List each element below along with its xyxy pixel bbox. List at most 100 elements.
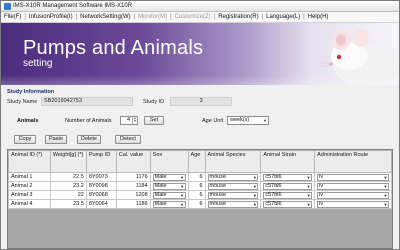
menu-language[interactable]: Language(L) (263, 14, 303, 20)
strain-cell[interactable]: c57bl6 ▼ (260, 172, 316, 182)
chevron-down-icon: ▼ (306, 192, 311, 198)
species-select[interactable]: mouse ▼ (207, 173, 259, 181)
pump-id-cell[interactable]: 8Y0073 (85, 172, 117, 182)
weight-cell[interactable]: 22.5 (49, 172, 87, 182)
species-cell[interactable]: mouse ▼ (204, 172, 262, 182)
study-info-row: Study Name SB2019042753 Study ID 3 (7, 96, 235, 107)
set-button[interactable]: Set (144, 116, 164, 125)
column-header[interactable]: Animal ID (*) (8, 150, 51, 173)
strain-select[interactable]: c57bl6 ▼ (263, 200, 313, 208)
sex-select[interactable]: Male ▼ (152, 191, 186, 199)
chevron-down-icon: ▼ (180, 192, 185, 198)
animal-id-cell[interactable]: Animal 3 (8, 190, 51, 200)
route-select[interactable]: iv ▼ (317, 173, 389, 181)
route-cell[interactable]: iv ▼ (314, 172, 392, 182)
species-cell[interactable]: mouse ▼ (204, 190, 262, 200)
chevron-down-icon: ▼ (306, 174, 311, 180)
column-header[interactable]: Administration Route (314, 150, 392, 173)
strain-select[interactable]: c57bl6 ▼ (263, 182, 313, 190)
weight-cell[interactable]: 22 (49, 190, 87, 200)
sex-cell[interactable]: Male ▼ (149, 199, 189, 209)
menu-help[interactable]: Help(H) (305, 14, 332, 20)
cal-value-cell[interactable]: 1176 (115, 172, 151, 182)
species-select[interactable]: mouse ▼ (207, 200, 259, 208)
age-cell[interactable]: 6 (187, 172, 206, 182)
animal-id-cell[interactable]: Animal 4 (8, 199, 51, 209)
column-header[interactable]: Pump ID (85, 150, 117, 173)
detect-button[interactable]: Detect (115, 135, 141, 144)
copy-button[interactable]: Copy (14, 135, 36, 144)
sex-select[interactable]: Male ▼ (152, 173, 186, 181)
chevron-down-icon: ▼ (252, 183, 257, 189)
strain-select[interactable]: c57bl6 ▼ (263, 173, 313, 181)
species-select[interactable]: mouse ▼ (207, 182, 259, 190)
menu-registration[interactable]: Registration(R) (215, 14, 261, 20)
weight-cell[interactable]: 23.5 (49, 199, 87, 209)
cal-value-cell[interactable]: 1184 (115, 181, 151, 191)
column-header[interactable]: Weight[g] (*) (49, 150, 87, 173)
strain-cell[interactable]: c57bl6 ▼ (260, 190, 316, 200)
species-select[interactable]: mouse ▼ (207, 191, 259, 199)
sex-cell[interactable]: Male ▼ (149, 172, 189, 182)
sex-select[interactable]: Male ▼ (152, 182, 186, 190)
strain-cell[interactable]: c57bl6 ▼ (260, 199, 316, 209)
chevron-down-icon: ▼ (383, 192, 388, 198)
paste-button[interactable]: Paste (45, 135, 67, 144)
species-cell[interactable]: mouse ▼ (204, 181, 262, 191)
study-id-field: 3 (170, 97, 233, 106)
chevron-down-icon: ▼ (180, 174, 185, 180)
sex-select[interactable]: Male ▼ (152, 200, 186, 208)
cal-value-cell[interactable]: 1186 (115, 199, 151, 209)
window-title: IMS-X10R Management Software IMS-X10R (13, 3, 133, 9)
sex-cell[interactable]: Male ▼ (149, 190, 189, 200)
route-select[interactable]: iv ▼ (317, 182, 389, 190)
menu-bar: File(F) | InfusionProfile(I) | NetworkSe… (1, 12, 399, 23)
route-cell[interactable]: iv ▼ (314, 181, 392, 191)
pump-id-cell[interactable]: 8Y0064 (85, 199, 117, 209)
number-of-animals-label: Number of Animals (65, 118, 112, 124)
species-cell[interactable]: mouse ▼ (204, 199, 262, 209)
column-header[interactable]: Animal Species (204, 150, 262, 173)
age-cell[interactable]: 6 (187, 199, 206, 209)
animals-label: Animals (17, 118, 39, 124)
route-cell[interactable]: iv ▼ (314, 199, 392, 209)
strain-select[interactable]: c57bl6 ▼ (263, 191, 313, 199)
animal-id-cell[interactable]: Animal 2 (8, 181, 51, 191)
column-header[interactable]: Age (187, 150, 206, 173)
delete-button[interactable]: Delete (77, 135, 101, 144)
strain-cell[interactable]: c57bl6 ▼ (260, 181, 316, 191)
column-header[interactable]: Cal. value (115, 150, 151, 173)
column-header[interactable]: Sex (149, 150, 189, 173)
route-cell[interactable]: iv ▼ (314, 190, 392, 200)
menu-file[interactable]: File(F) (1, 14, 24, 20)
stepper-down-icon[interactable]: ▼ (133, 120, 137, 123)
menu-customize: Customize(Z) (174, 14, 211, 20)
pump-id-cell[interactable]: 8Y0098 (85, 181, 117, 191)
app-icon (4, 2, 11, 10)
sex-cell[interactable]: Male ▼ (149, 181, 189, 191)
grid-header-row: Animal ID (*) Weight[g] (*) Pump ID Cal.… (8, 150, 392, 173)
cal-value-cell[interactable]: 1208 (115, 190, 151, 200)
menu-network-setting[interactable]: NetworkSetting(W) (77, 14, 133, 20)
route-select[interactable]: iv ▼ (317, 191, 389, 199)
weight-cell[interactable]: 23.2 (49, 181, 87, 191)
age-unit-select[interactable]: week(s) ▼ (227, 116, 269, 125)
table-row[interactable]: Animal 1 22.5 8Y0073 1176 Male ▼ 6 mouse ▼… (8, 172, 392, 182)
table-row[interactable]: Animal 3 22 8Y0068 1208 Male ▼ 6 mouse ▼ c… (8, 190, 392, 200)
chevron-down-icon: ▼ (252, 174, 257, 180)
mouse-illustration (320, 29, 399, 84)
chevron-down-icon: ▼ (263, 118, 267, 123)
animal-id-cell[interactable]: Animal 1 (8, 172, 51, 182)
age-cell[interactable]: 6 (187, 181, 206, 191)
number-of-animals-stepper[interactable]: 4 ▲ ▼ (120, 116, 138, 125)
menu-infusion-profile[interactable]: InfusionProfile(I) (26, 14, 76, 20)
study-name-label: Study Name (7, 98, 38, 105)
column-header[interactable]: Animal Strain (260, 150, 316, 173)
route-select[interactable]: iv ▼ (317, 200, 389, 208)
pump-id-cell[interactable]: 8Y0068 (85, 190, 117, 200)
chevron-down-icon: ▼ (180, 201, 185, 207)
chevron-down-icon: ▼ (383, 174, 388, 180)
table-row[interactable]: Animal 2 23.2 8Y0098 1184 Male ▼ 6 mouse ▼… (8, 181, 392, 191)
table-row[interactable]: Animal 4 23.5 8Y0064 1186 Male ▼ 6 mouse ▼… (8, 199, 392, 209)
age-cell[interactable]: 6 (187, 190, 206, 200)
